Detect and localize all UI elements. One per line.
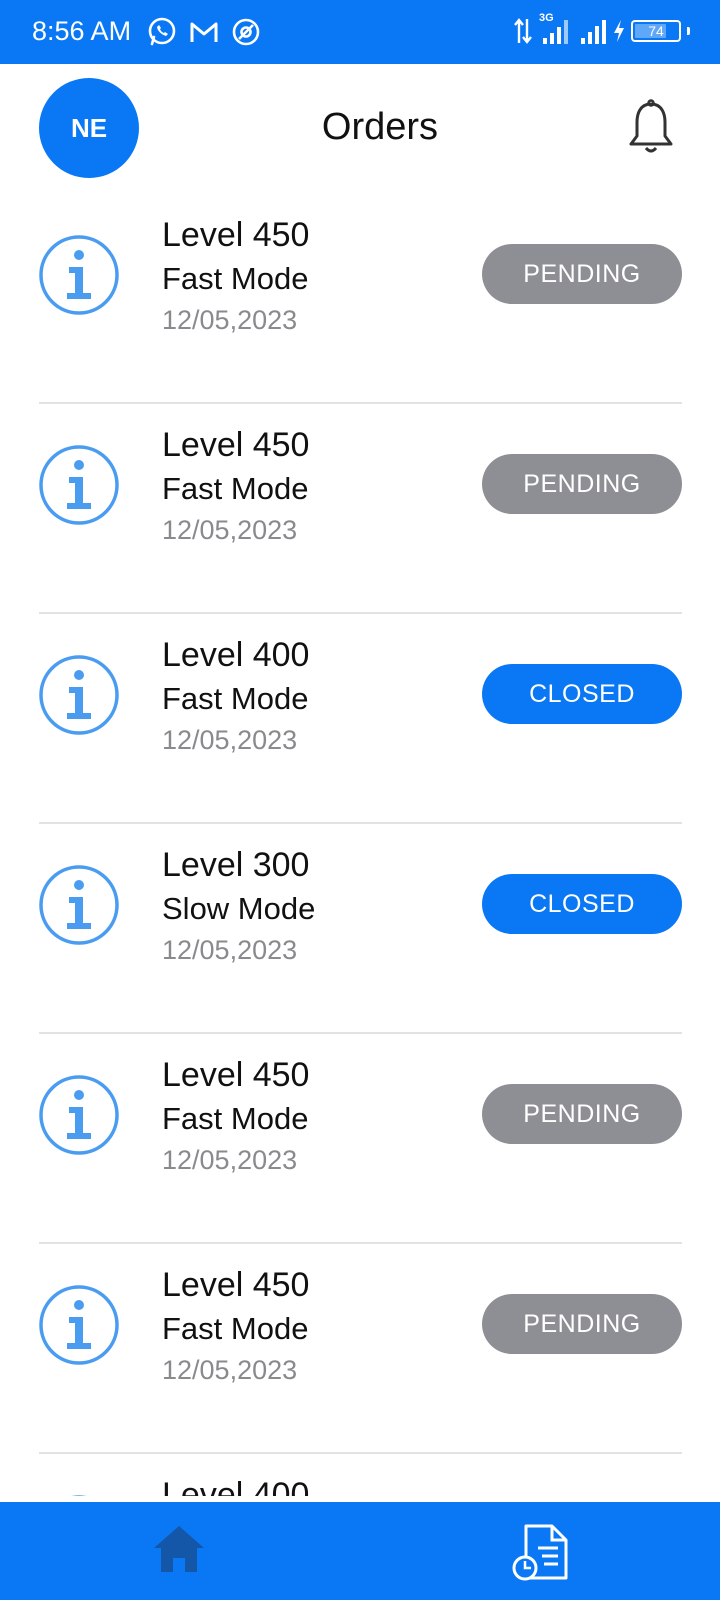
status-badge[interactable]: PENDING bbox=[482, 1294, 682, 1354]
info-icon bbox=[39, 1075, 119, 1155]
status-badge[interactable]: CLOSED bbox=[482, 664, 682, 724]
at-sign-icon bbox=[232, 18, 260, 46]
info-icon bbox=[39, 1285, 119, 1365]
order-date: 12/05,2023 bbox=[162, 725, 298, 755]
info-icon bbox=[39, 235, 119, 315]
status-bar: 8:56 AM 3G 74 bbox=[0, 0, 720, 64]
order-mode: Fast Mode bbox=[162, 261, 309, 296]
status-badge[interactable]: PENDING bbox=[482, 454, 682, 514]
network-type: 3G bbox=[539, 12, 554, 24]
order-date: 12/05,2023 bbox=[162, 935, 298, 965]
orders-list[interactable]: Level 450 Fast Mode 12/05,2023 PENDING L… bbox=[0, 194, 720, 1496]
info-icon bbox=[39, 445, 119, 525]
mobile-signal-icon: 3G bbox=[539, 12, 573, 46]
info-icon bbox=[39, 655, 119, 735]
order-details: Level 450 Fast Mode 12/05,2023 bbox=[162, 1054, 309, 1178]
info-icon bbox=[71, 1495, 87, 1496]
order-date: 12/05,2023 bbox=[162, 1355, 298, 1385]
order-details: Level 300 Slow Mode 12/05,2023 bbox=[162, 844, 315, 968]
order-level: Level 400 bbox=[162, 636, 310, 674]
system-indicators: 3G 74 bbox=[513, 12, 690, 46]
whatsapp-icon bbox=[148, 17, 176, 46]
status-badge[interactable]: PENDING bbox=[482, 1084, 682, 1144]
order-details: Level 400 Fast Mode 12/05,2023 bbox=[162, 634, 309, 758]
order-date: 12/05,2023 bbox=[162, 1145, 298, 1175]
battery-icon: 74 bbox=[631, 20, 681, 42]
battery-cap bbox=[687, 27, 690, 35]
order-details: Level 450 Fast Mode 12/05,2023 bbox=[162, 214, 309, 338]
order-details: Level 450 Fast Mode 12/05,2023 bbox=[162, 1264, 309, 1388]
notification-icons bbox=[146, 16, 262, 48]
order-mode: Fast Mode bbox=[162, 681, 309, 716]
order-mode: Fast Mode bbox=[162, 471, 309, 506]
order-mode: Fast Mode bbox=[162, 1311, 309, 1346]
order-item[interactable]: Level 300 Slow Mode 12/05,2023 CLOSED bbox=[0, 824, 720, 1034]
status-time: 8:56 AM bbox=[32, 16, 132, 46]
order-item[interactable]: Level 400 bbox=[0, 1454, 720, 1496]
order-item[interactable]: Level 450 Fast Mode 12/05,2023 PENDING bbox=[0, 1034, 720, 1244]
status-badge[interactable]: PENDING bbox=[482, 244, 682, 304]
status-badge[interactable]: CLOSED bbox=[482, 874, 682, 934]
bell-icon[interactable] bbox=[626, 98, 676, 158]
signal-strength-icon bbox=[581, 20, 606, 44]
order-item[interactable]: Level 450 Fast Mode 12/05,2023 PENDING bbox=[0, 1244, 720, 1454]
order-level: Level 450 bbox=[162, 1266, 310, 1304]
order-level: Level 450 bbox=[162, 1056, 310, 1094]
order-details: Level 450 Fast Mode 12/05,2023 bbox=[162, 424, 309, 548]
gmail-icon bbox=[190, 22, 218, 42]
order-level: Level 400 bbox=[162, 1476, 310, 1496]
order-mode: Fast Mode bbox=[162, 1101, 309, 1136]
order-item[interactable]: Level 400 Fast Mode 12/05,2023 CLOSED bbox=[0, 614, 720, 824]
bottom-navigation bbox=[0, 1502, 720, 1600]
order-history-icon[interactable] bbox=[512, 1524, 570, 1582]
order-level: Level 300 bbox=[162, 846, 310, 884]
order-level: Level 450 bbox=[162, 216, 310, 254]
app-header: NE Orders bbox=[0, 64, 720, 194]
home-icon[interactable] bbox=[152, 1524, 206, 1574]
order-level: Level 450 bbox=[162, 426, 310, 464]
order-details: Level 400 bbox=[162, 1474, 309, 1496]
order-mode: Slow Mode bbox=[162, 891, 316, 926]
battery-level: 74 bbox=[648, 23, 664, 39]
data-transfer-icon bbox=[514, 18, 532, 44]
order-date: 12/05,2023 bbox=[162, 515, 298, 545]
order-date: 12/05,2023 bbox=[162, 305, 298, 335]
order-item[interactable]: Level 450 Fast Mode 12/05,2023 PENDING bbox=[0, 404, 720, 614]
page-title: Orders bbox=[321, 106, 439, 148]
info-icon bbox=[39, 865, 119, 945]
charging-icon bbox=[614, 20, 624, 42]
order-item[interactable]: Level 450 Fast Mode 12/05,2023 PENDING bbox=[0, 194, 720, 404]
